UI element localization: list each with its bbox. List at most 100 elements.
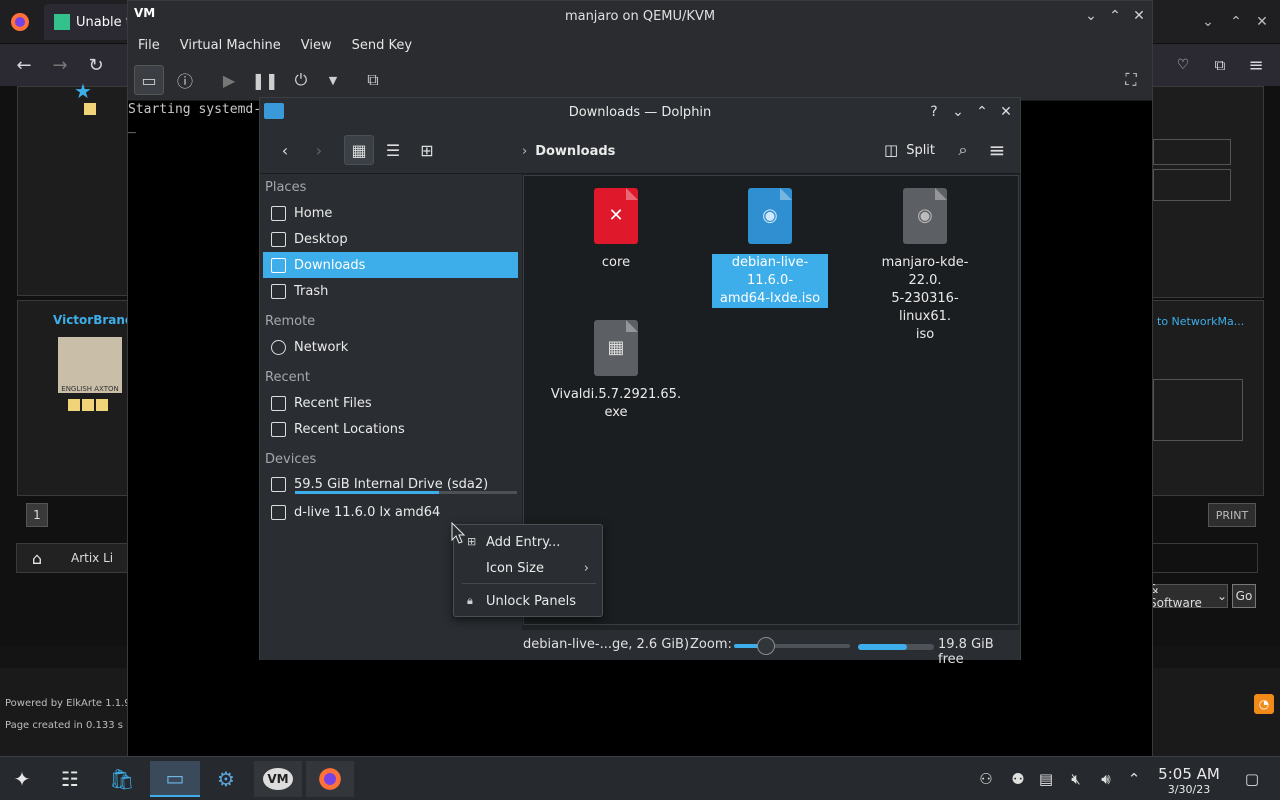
forum-footer: Powered by ElkArte 1.1.9 | Page created … <box>0 668 137 760</box>
star-badge <box>68 399 80 411</box>
clipboard-icon[interactable]: ▤ <box>1036 769 1056 789</box>
ff-minimize-icon[interactable]: ⌄ <box>1198 12 1218 32</box>
tray-expand-icon[interactable]: ⌃ <box>1124 769 1144 789</box>
firefox-tab[interactable]: Unable t <box>44 4 134 40</box>
dolphin-icon[interactable]: ▭ <box>150 761 200 797</box>
forward-icon[interactable]: › <box>304 135 334 165</box>
details-view-icon[interactable]: ⊞ <box>412 135 442 165</box>
user-icon[interactable]: ⚇ <box>976 769 996 789</box>
folder-icon <box>264 103 284 119</box>
back-icon[interactable]: ← <box>11 52 37 78</box>
maximize-icon[interactable]: ⌃ <box>972 102 992 122</box>
file-name-line: amd64-lxde.iso <box>719 291 821 306</box>
menu-item-unlock-panels[interactable]: 🔒︎ Unlock Panels <box>455 588 601 614</box>
avatar-caption: ENGLISH AXTON <box>61 385 119 393</box>
pocket-icon[interactable]: ♡ <box>1170 52 1196 78</box>
vm-minimize-icon[interactable]: ⌄ <box>1081 6 1101 26</box>
places-item-label: Network <box>294 339 349 355</box>
power-menu-chevron-icon[interactable]: ▼ <box>318 65 348 95</box>
split-button[interactable]: ◫ Split <box>884 136 935 164</box>
tab-title: Unable t <box>76 14 131 30</box>
context-menu: ⊞ Add Entry... Icon Size › 🔒︎ Unlock Pan… <box>453 524 603 617</box>
app-launcher-icon[interactable]: ✦ <box>0 761 44 797</box>
run-icon[interactable]: ▶ <box>214 65 244 95</box>
side-link[interactable]: to NetworkMa... <box>1157 315 1244 328</box>
console-view-icon[interactable]: ▭ <box>134 65 164 95</box>
breadcrumb[interactable]: › Downloads <box>522 140 615 162</box>
home-icon <box>271 205 286 221</box>
places-item-recent-files[interactable]: Recent Files <box>263 390 518 416</box>
powered-by: Powered by ElkArte 1.1.9 | <box>5 698 138 709</box>
menu-send-key[interactable]: Send Key <box>342 38 422 53</box>
firefox-logo <box>319 768 341 790</box>
rss-icon[interactable]: ◔ <box>1254 694 1274 714</box>
extensions-icon[interactable]: ⧉ <box>1207 52 1233 78</box>
discover-icon[interactable]: 🛍︎ <box>100 761 144 797</box>
forward-icon[interactable]: → <box>47 52 73 78</box>
menu-virtual-machine[interactable]: Virtual Machine <box>170 38 291 53</box>
search-icon[interactable]: ⌕ <box>948 135 978 165</box>
firefox-icon[interactable] <box>306 761 354 797</box>
compact-view-icon[interactable]: ☰ <box>378 135 408 165</box>
home-icon[interactable]: ⌂ <box>17 549 57 568</box>
breadcrumb-item[interactable]: Artix Li <box>57 551 113 565</box>
snapshots-icon[interactable]: ⧉ <box>358 65 388 95</box>
file-item[interactable]: ▦ Vivaldi.5.7.2921.65. exe <box>551 320 681 422</box>
minimize-icon[interactable]: ⌄ <box>948 102 968 122</box>
places-item-optical-disc[interactable]: d-live 11.6.0 lx amd64 <box>263 499 518 525</box>
optical-disc-icon <box>271 504 286 520</box>
menu-item-icon-size[interactable]: Icon Size › <box>455 555 601 581</box>
show-desktop-icon[interactable]: ▢ <box>1242 769 1262 789</box>
menu-item-add-entry[interactable]: ⊞ Add Entry... <box>455 529 601 555</box>
ff-maximize-icon[interactable]: ⌃ <box>1226 12 1246 32</box>
vm-maximize-icon[interactable]: ⌃ <box>1105 6 1125 26</box>
file-name: debian-live-11.6.0- amd64-lxde.iso <box>712 254 828 308</box>
hamburger-menu-icon[interactable]: ≡ <box>982 135 1012 165</box>
ff-close-icon[interactable]: ✕ <box>1252 12 1272 32</box>
ff-menu-icon[interactable]: ≡ <box>1243 52 1269 78</box>
places-item-downloads[interactable]: Downloads <box>263 252 518 278</box>
file-name: Vivaldi.5.7.2921.65. exe <box>551 386 681 422</box>
system-settings-icon[interactable]: ⚙ <box>204 761 248 797</box>
star-badge <box>96 399 108 411</box>
fullscreen-icon[interactable]: ⛶ <box>1116 65 1146 95</box>
places-item-recent-locations[interactable]: Recent Locations <box>263 416 518 442</box>
places-item-trash[interactable]: Trash <box>263 278 518 304</box>
virt-manager-icon[interactable]: VM <box>254 761 302 797</box>
file-item[interactable]: ◉ manjaro-kde-22.0. 5-230316-linux61. is… <box>867 188 983 344</box>
firefox-menu-icon[interactable] <box>8 10 32 34</box>
icons-view-icon[interactable]: ▦ <box>344 135 374 165</box>
places-item-internal-drive[interactable]: 59.5 GiB Internal Drive (sda2) <box>263 471 518 497</box>
page-number[interactable]: 1 <box>26 503 48 527</box>
back-icon[interactable]: ‹ <box>270 135 300 165</box>
file-name: core <box>601 255 631 270</box>
power-icon[interactable]: ⏻ <box>286 65 316 95</box>
close-icon[interactable]: ✕ <box>996 102 1016 122</box>
volume-icon[interactable]: 🔊︎ <box>1096 769 1116 789</box>
go-button[interactable]: Go <box>1232 584 1256 608</box>
file-item[interactable]: ◉ debian-live-11.6.0- amd64-lxde.iso <box>712 188 828 308</box>
chevron-down-icon: ⌄ <box>1216 589 1227 603</box>
vm-close-icon[interactable]: ✕ <box>1129 6 1149 26</box>
poster-name[interactable]: VictorBrand <box>53 313 134 327</box>
vm-title-bar: VM manjaro on QEMU/KVM ⌄ ⌃ ✕ <box>128 1 1152 31</box>
places-item-desktop[interactable]: Desktop <box>263 226 518 252</box>
file-item[interactable]: ✕ core <box>558 188 674 272</box>
menu-file[interactable]: File <box>128 38 170 53</box>
settings-sliders-icon[interactable]: ☷ <box>48 761 92 797</box>
help-icon[interactable]: ? <box>924 102 944 122</box>
notifications-muted-icon[interactable]: 🔇︎ <box>1066 769 1086 789</box>
print-button[interactable]: PRINT <box>1208 503 1256 527</box>
zoom-slider-handle[interactable] <box>757 637 776 655</box>
users-switch-icon[interactable]: ⚉ <box>1008 769 1028 789</box>
zoom-slider[interactable] <box>734 637 850 655</box>
category-select[interactable]: & Software ⌄ <box>1148 582 1228 610</box>
menu-view[interactable]: View <box>291 38 342 53</box>
details-view-icon[interactable]: ⓘ <box>170 65 200 95</box>
pause-icon[interactable]: ❚❚ <box>250 65 280 95</box>
reload-icon[interactable]: ↻ <box>83 52 109 78</box>
places-item-home[interactable]: Home <box>263 200 518 226</box>
breadcrumb-current[interactable]: Downloads <box>535 144 615 159</box>
places-item-network[interactable]: Network <box>263 334 518 360</box>
clock[interactable]: 5:05 AM 3/30/23 <box>1152 765 1226 797</box>
